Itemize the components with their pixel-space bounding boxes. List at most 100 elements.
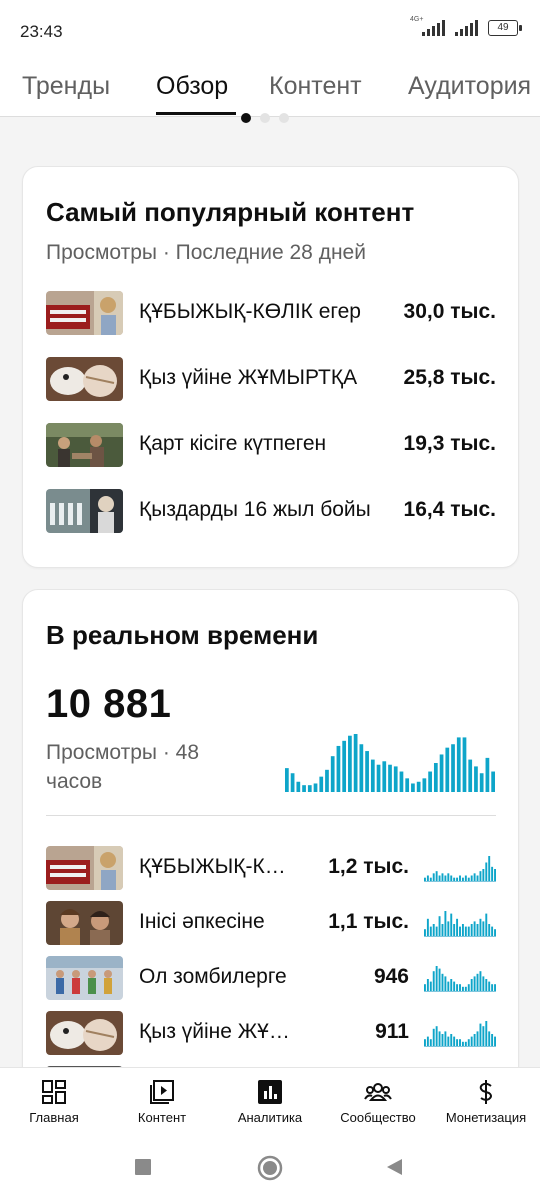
video-thumbnail <box>46 901 123 945</box>
chart-bar <box>441 1034 444 1047</box>
realtime-video-row[interactable]: Ол зомбилерге 946 <box>46 956 496 1000</box>
chart-bar <box>429 926 432 937</box>
popular-video-row[interactable]: Қыздарды 16 жыл бойы 16,4 тыс. <box>46 489 496 533</box>
video-title: Қыздарды 16 жыл бойы <box>139 498 371 521</box>
nav-item-content[interactable]: Контент <box>108 1068 216 1138</box>
chart-bar <box>450 913 453 937</box>
chart-bar <box>330 756 335 792</box>
nav-item-community[interactable]: Сообщество <box>324 1068 432 1138</box>
chart-bar <box>459 984 461 992</box>
video-thumbnail <box>46 423 123 467</box>
cell-signal-icon-2 <box>455 20 478 36</box>
page-dot-active <box>241 113 251 123</box>
home-icon[interactable] <box>257 1155 283 1181</box>
chart-bar <box>411 783 415 792</box>
popular-card-subtitle: Просмотры · Последние 28 дней <box>46 241 366 264</box>
popular-video-row[interactable]: ҚҰБЫЖЫҚ-КӨЛІК егер 30,0 тыс. <box>46 291 496 335</box>
realtime-video-row[interactable]: ҚҰБЫЖЫҚ-КӨЛІК 1,2 тыс. <box>46 846 496 890</box>
chart-bar <box>429 981 432 992</box>
chart-bar <box>313 783 318 792</box>
chart-bar <box>447 1036 450 1047</box>
active-tab-indicator <box>156 112 236 115</box>
chart-bar <box>441 924 444 937</box>
chart-bar <box>470 979 473 992</box>
realtime-card[interactable]: В реальном времени 10 881 Просмотры · 48… <box>22 589 519 1131</box>
chart-bar <box>485 1021 488 1047</box>
chart-bar <box>405 778 410 792</box>
chart-bar <box>488 856 491 882</box>
chart-bar <box>432 924 435 937</box>
chart-bar <box>462 737 467 792</box>
network-type-label: 4G+ <box>410 16 424 23</box>
video-title: ҚҰБЫЖЫҚ-КӨЛІК егер <box>139 300 361 323</box>
chart-bar <box>494 929 496 937</box>
chart-bar <box>476 1031 479 1047</box>
chart-bar <box>365 751 369 792</box>
chart-bar <box>416 781 421 792</box>
chart-bar <box>447 873 450 882</box>
nav-label: Контент <box>137 1110 187 1125</box>
chart-bar <box>467 1039 470 1047</box>
status-icons: 4G+ 49 <box>410 16 522 36</box>
chart-bar <box>453 1036 456 1047</box>
chart-bar <box>444 976 447 992</box>
video-thumbnail <box>46 291 123 335</box>
back-icon[interactable] <box>384 1157 404 1177</box>
chart-bar <box>424 929 426 937</box>
nav-item-dashboard[interactable]: Главная <box>0 1068 108 1138</box>
video-sparkline <box>424 1021 496 1047</box>
tab-trends[interactable]: Тренды <box>22 72 110 101</box>
chart-bar <box>491 926 494 937</box>
video-thumbnail <box>46 357 123 401</box>
tab-content[interactable]: Контент <box>269 72 362 101</box>
chart-bar <box>435 926 438 937</box>
nav-label: Сообщество <box>340 1110 416 1125</box>
chart-bar <box>433 763 438 792</box>
chart-bar <box>491 866 494 882</box>
popular-video-row[interactable]: Қарт кісіге күтпеген 19,3 тыс. <box>46 423 496 467</box>
realtime-video-row[interactable]: Інісі әпкесіне 1,1 тыс. <box>46 901 496 945</box>
chart-bar <box>296 781 301 792</box>
chart-bar <box>435 966 438 992</box>
recent-apps-icon[interactable] <box>134 1158 152 1176</box>
chart-bar <box>429 1039 432 1047</box>
realtime-total-views: 10 881 <box>46 682 172 726</box>
video-thumbnail <box>46 956 123 1000</box>
popular-content-card[interactable]: Самый популярный контент Просмотры · Пос… <box>22 166 519 568</box>
chart-bar <box>485 862 488 882</box>
chart-bar <box>393 766 398 792</box>
chart-bar <box>319 776 324 792</box>
chart-bar <box>353 734 358 792</box>
chart-bar <box>485 979 488 992</box>
nav-item-monetization[interactable]: Монетизация <box>432 1068 540 1138</box>
chart-bar <box>473 1034 476 1047</box>
video-sparkline <box>424 856 496 882</box>
video-title: Қарт кісіге күтпеген <box>139 432 327 455</box>
video-sparkline <box>424 966 496 992</box>
chart-bar <box>464 926 467 937</box>
tab-overview[interactable]: Обзор <box>156 72 228 101</box>
chart-bar <box>439 754 444 792</box>
realtime-video-row[interactable]: Қыз үйіне ЖҰМЫРТҚА 911 <box>46 1011 496 1055</box>
chart-bar <box>432 873 435 882</box>
system-navigation-bar <box>0 1137 540 1200</box>
chart-bar <box>494 869 496 882</box>
popular-video-row[interactable]: Қыз үйіне ЖҰМЫРТҚА 25,8 тыс. <box>46 357 496 401</box>
chart-bar <box>336 745 341 792</box>
chart-bar <box>491 771 495 792</box>
battery-icon: 49 <box>488 20 522 36</box>
chart-bar <box>459 926 461 937</box>
chart-bar <box>441 873 444 882</box>
popular-card-title: Самый популярный контент <box>46 197 415 227</box>
nav-item-analytics[interactable]: Аналитика <box>216 1068 324 1138</box>
video-views: 16,4 тыс. <box>403 498 496 521</box>
chart-bar <box>441 973 444 992</box>
nav-label: Аналитика <box>237 1110 303 1125</box>
tab-audience[interactable]: Аудитория <box>408 72 531 101</box>
chart-bar <box>438 968 441 992</box>
chart-bar <box>479 971 482 992</box>
video-views: 25,8 тыс. <box>403 366 496 389</box>
chart-bar <box>473 873 476 882</box>
chart-bar <box>450 979 453 992</box>
video-views: 946 <box>373 965 409 988</box>
